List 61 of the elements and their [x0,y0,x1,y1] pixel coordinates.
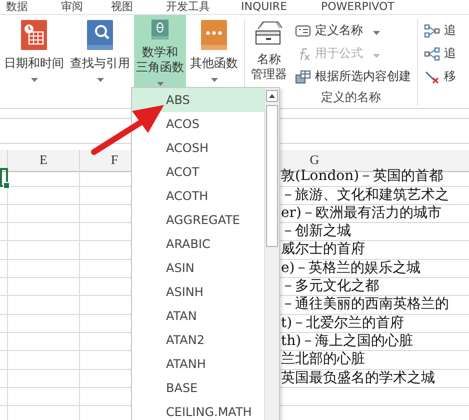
table-cell [8,370,80,388]
column-header[interactable]: E [8,150,80,172]
caret-icon [373,54,380,58]
cell-text: 敦(London)－英国的首都 [281,168,444,184]
function-menu-item[interactable]: ARABIC [132,232,264,256]
function-menu-item[interactable]: CEILING.MATH [132,400,264,420]
label-icon [295,24,311,36]
menu-tab[interactable]: 开发工具 [166,0,241,14]
function-menu-item[interactable]: ATAN [132,304,264,328]
table-icon [295,70,311,84]
cell-text: －旅游、文化和建筑艺术之 [281,186,449,203]
scroll-thumb[interactable] [266,105,278,247]
scroll-up-button[interactable] [266,90,278,102]
function-menu-item[interactable]: ACOS [132,112,264,136]
function-category-button[interactable]: 查找与引用 [68,15,132,89]
caret-icon [373,30,380,34]
caret-icon [30,78,38,82]
defined-name-command[interactable]: 定义名称 [293,21,413,40]
table-cell [8,314,80,333]
auditing-command[interactable]: 追 [422,21,458,40]
scrollbar[interactable] [264,88,279,420]
cell-text: 兰北部的心脏 [281,351,365,368]
cell-text: －多元文化之都 [281,278,379,294]
menu-tab[interactable]: 审阅 [61,0,111,14]
function-menu-item[interactable]: AGGREGATE [132,208,264,232]
remove-arrows-icon [424,70,440,84]
cell-text: e)－英格兰的娱乐之城 [281,260,421,276]
cell-text: t)－北爱尔兰的首府 [281,314,404,331]
caret-icon [210,78,218,82]
function-menu-item[interactable]: ABS [132,88,264,112]
function-category-button[interactable]: 数学和三角函数 [134,15,186,89]
caret-icon [96,78,104,82]
auditing-command[interactable]: 追 [422,44,458,63]
cell-text: er)－欧洲最有活力的城市 [281,204,442,221]
up-arrow-icon [269,94,275,98]
trace-arrows-icon [424,46,440,60]
function-menu-item[interactable]: ATANH [132,352,264,376]
function-menu-item[interactable]: ASIN [132,256,264,280]
menu-tab[interactable]: 视图 [111,0,166,14]
cell-text: －创新之城 [281,223,351,240]
name-tags-icon [254,19,284,47]
trace-arrows-icon [424,24,440,38]
defined-name-command[interactable]: 根据所选内容创建 [293,67,413,86]
function-menu-item[interactable]: ATAN2 [132,328,264,352]
cell-text: 英国最负盛名的学术之城 [281,370,435,386]
dots-book-icon [200,19,228,51]
selected-cell[interactable] [0,168,8,187]
cell-text: －通往美丽的西南英格兰的 [281,296,449,312]
auditing-command[interactable]: 移 [422,67,458,86]
cell-text: th)－海上之国的心脏 [281,332,414,349]
menu-tab[interactable]: INQUIRE [241,0,321,14]
calendar-icon [20,19,48,51]
function-menu-item[interactable]: ASINH [132,280,264,304]
search-book-icon [86,19,114,51]
group-label: 定义的名称 [321,89,381,106]
function-menu-item[interactable]: BASE [132,376,264,400]
function-category-button[interactable]: 日期和时间 [2,15,66,89]
menu-tab[interactable]: 数据 [6,0,61,14]
menu-tab[interactable]: POWERPIVOT [321,0,411,14]
cell-text: 威尔士的首府 [281,241,365,258]
function-menu-item[interactable]: ACOTH [132,184,264,208]
